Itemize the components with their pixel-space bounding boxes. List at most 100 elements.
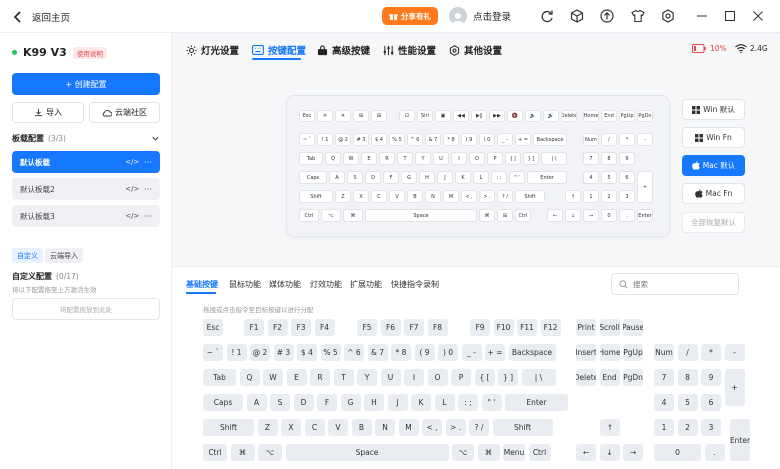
palette-key-f9[interactable]: F9 — [470, 319, 490, 336]
palette-key-f8[interactable]: F8 — [427, 319, 448, 336]
palette-key-tab[interactable]: Tab — [203, 369, 236, 386]
palette-key-o[interactable]: O — [427, 369, 448, 386]
palette-key-symbol[interactable]: " ' — [481, 394, 502, 411]
palette-key-f[interactable]: F — [317, 394, 337, 411]
palette-key-m[interactable]: M — [398, 419, 419, 436]
palette-key-t[interactable]: T — [333, 369, 354, 386]
palette-key-4[interactable]: 4 — [654, 394, 674, 411]
palette-key-g[interactable]: G — [340, 394, 361, 411]
palette-key-w[interactable]: W — [263, 369, 283, 386]
palette-key-f6[interactable]: F6 — [380, 319, 401, 336]
profile-item-1[interactable]: 默认板载 </> ··· — [12, 151, 160, 173]
palette-key-enter[interactable]: Enter — [505, 394, 568, 411]
upload-icon[interactable] — [599, 8, 615, 24]
palette-key-2[interactable]: @ 2 — [250, 344, 270, 361]
palette-key-a[interactable]: A — [246, 394, 267, 411]
palette-key-menu[interactable]: Menu — [503, 444, 525, 461]
create-config-button[interactable]: + 创建配置 — [12, 73, 160, 95]
palette-key-home[interactable]: Home — [599, 344, 620, 361]
palette-key-7[interactable]: 7 — [654, 369, 674, 386]
palette-key-asterisk[interactable]: * — [701, 344, 721, 361]
palette-key-end[interactable]: End — [599, 369, 620, 386]
palette-key-insert[interactable]: Insert — [576, 344, 596, 361]
palette-key-plus[interactable]: + — [724, 369, 745, 406]
palette-key-0[interactable]: 0 — [654, 444, 701, 461]
palette-key-slash[interactable]: / — [677, 344, 698, 361]
palette-key-1[interactable]: ! 1 — [226, 344, 247, 361]
palette-key-3[interactable]: # 3 — [273, 344, 294, 361]
cloud-import-chip[interactable]: 云端导入 — [45, 248, 83, 263]
palette-key-symbol[interactable]: + = — [485, 344, 505, 361]
palette-key-shift[interactable]: Shift — [203, 419, 254, 436]
more-options-icon[interactable]: ··· — [144, 158, 152, 167]
palette-key-ctrl[interactable]: Ctrl — [528, 444, 551, 461]
palette-key-caps[interactable]: Caps — [203, 394, 243, 411]
palette-key-l[interactable]: L — [434, 394, 455, 411]
palette-key-pgup[interactable]: PgUp — [623, 344, 643, 361]
profile-item-2[interactable]: 默认板载2 </> ··· — [12, 178, 160, 200]
palette-key-h[interactable]: H — [364, 394, 384, 411]
palette-key-symbol[interactable]: : ; — [458, 394, 478, 411]
palette-key-x[interactable]: X — [281, 419, 301, 436]
palette-key-f4[interactable]: F4 — [314, 319, 335, 336]
palette-key-r[interactable]: R — [310, 369, 330, 386]
palette-key-y[interactable]: Y — [357, 369, 377, 386]
close-icon[interactable] — [750, 8, 766, 24]
palette-key-q[interactable]: Q — [239, 369, 260, 386]
palette-key-f10[interactable]: F10 — [493, 319, 514, 336]
palette-key-symbol[interactable]: } ] — [498, 369, 518, 386]
palette-key-f3[interactable]: F3 — [291, 319, 311, 336]
palette-key-0[interactable]: ) 0 — [438, 344, 458, 361]
palette-key-z[interactable]: Z — [257, 419, 278, 436]
palette-key-u[interactable]: U — [380, 369, 401, 386]
palette-key-backspace[interactable]: Backspace — [508, 344, 556, 361]
refresh-icon[interactable] — [539, 8, 555, 24]
palette-key-space[interactable]: Space — [285, 444, 449, 461]
palette-key-3[interactable]: 3 — [701, 419, 721, 436]
palette-key-option[interactable]: ⌥ — [258, 444, 282, 461]
palette-key-n[interactable]: N — [375, 419, 395, 436]
palette-key-5[interactable]: % 5 — [320, 344, 341, 361]
palette-key-v[interactable]: V — [328, 419, 348, 436]
palette-key-d[interactable]: D — [293, 394, 314, 411]
profile-item-3[interactable]: 默认板载3 </> ··· — [12, 205, 160, 227]
palette-key-s[interactable]: S — [270, 394, 290, 411]
palette-key-8[interactable]: 8 — [677, 369, 698, 386]
palette-key-f7[interactable]: F7 — [404, 319, 424, 336]
maximize-icon[interactable] — [722, 8, 738, 24]
palette-key-esc[interactable]: Esc — [203, 319, 223, 336]
palette-key-num[interactable]: Num — [654, 344, 674, 361]
cube-icon[interactable] — [569, 8, 585, 24]
palette-key-2[interactable]: 2 — [677, 419, 698, 436]
palette-key-period[interactable]: . — [704, 444, 725, 461]
minimize-icon[interactable] — [694, 8, 710, 24]
custom-chip[interactable]: 自定义 — [12, 248, 43, 263]
palette-key-symbol[interactable]: _ - — [461, 344, 482, 361]
palette-key-5[interactable]: 5 — [677, 394, 698, 411]
more-options-icon[interactable]: ··· — [144, 185, 152, 194]
share-gift-button[interactable]: 分享有礼 — [382, 7, 438, 25]
onboard-section-header[interactable]: 板载配置 (3/3) — [12, 133, 160, 144]
palette-key-i[interactable]: I — [404, 369, 424, 386]
palette-key-symbol[interactable]: { [ — [474, 369, 495, 386]
palette-key-option[interactable]: ⌥ — [452, 444, 474, 461]
code-icon[interactable]: </> — [125, 212, 139, 220]
palette-key-minus[interactable]: - — [724, 344, 745, 361]
config-drop-zone[interactable]: 将配置拖放到此处 — [12, 298, 160, 320]
palette-key-delete[interactable]: Delete — [576, 369, 596, 386]
palette-key-right[interactable]: → — [623, 444, 643, 461]
tshirt-icon[interactable] — [630, 8, 646, 24]
palette-key-print[interactable]: Print — [576, 319, 596, 336]
palette-key-symbol[interactable]: | \ — [521, 369, 556, 386]
settings-gear-icon[interactable] — [660, 8, 676, 24]
palette-key-left[interactable]: ← — [576, 444, 596, 461]
more-options-icon[interactable]: ··· — [144, 212, 152, 221]
login-button[interactable]: 点击登录 — [449, 7, 511, 25]
palette-key-f12[interactable]: F12 — [540, 319, 561, 336]
palette-key-f2[interactable]: F2 — [267, 319, 288, 336]
back-home-button[interactable]: 返回主页 — [12, 10, 70, 24]
palette-key-6[interactable]: 6 — [701, 394, 721, 411]
palette-key-pgdn[interactable]: PgDn — [623, 369, 643, 386]
palette-key-9[interactable]: ( 9 — [414, 344, 435, 361]
palette-key-up[interactable]: ↑ — [600, 419, 620, 436]
